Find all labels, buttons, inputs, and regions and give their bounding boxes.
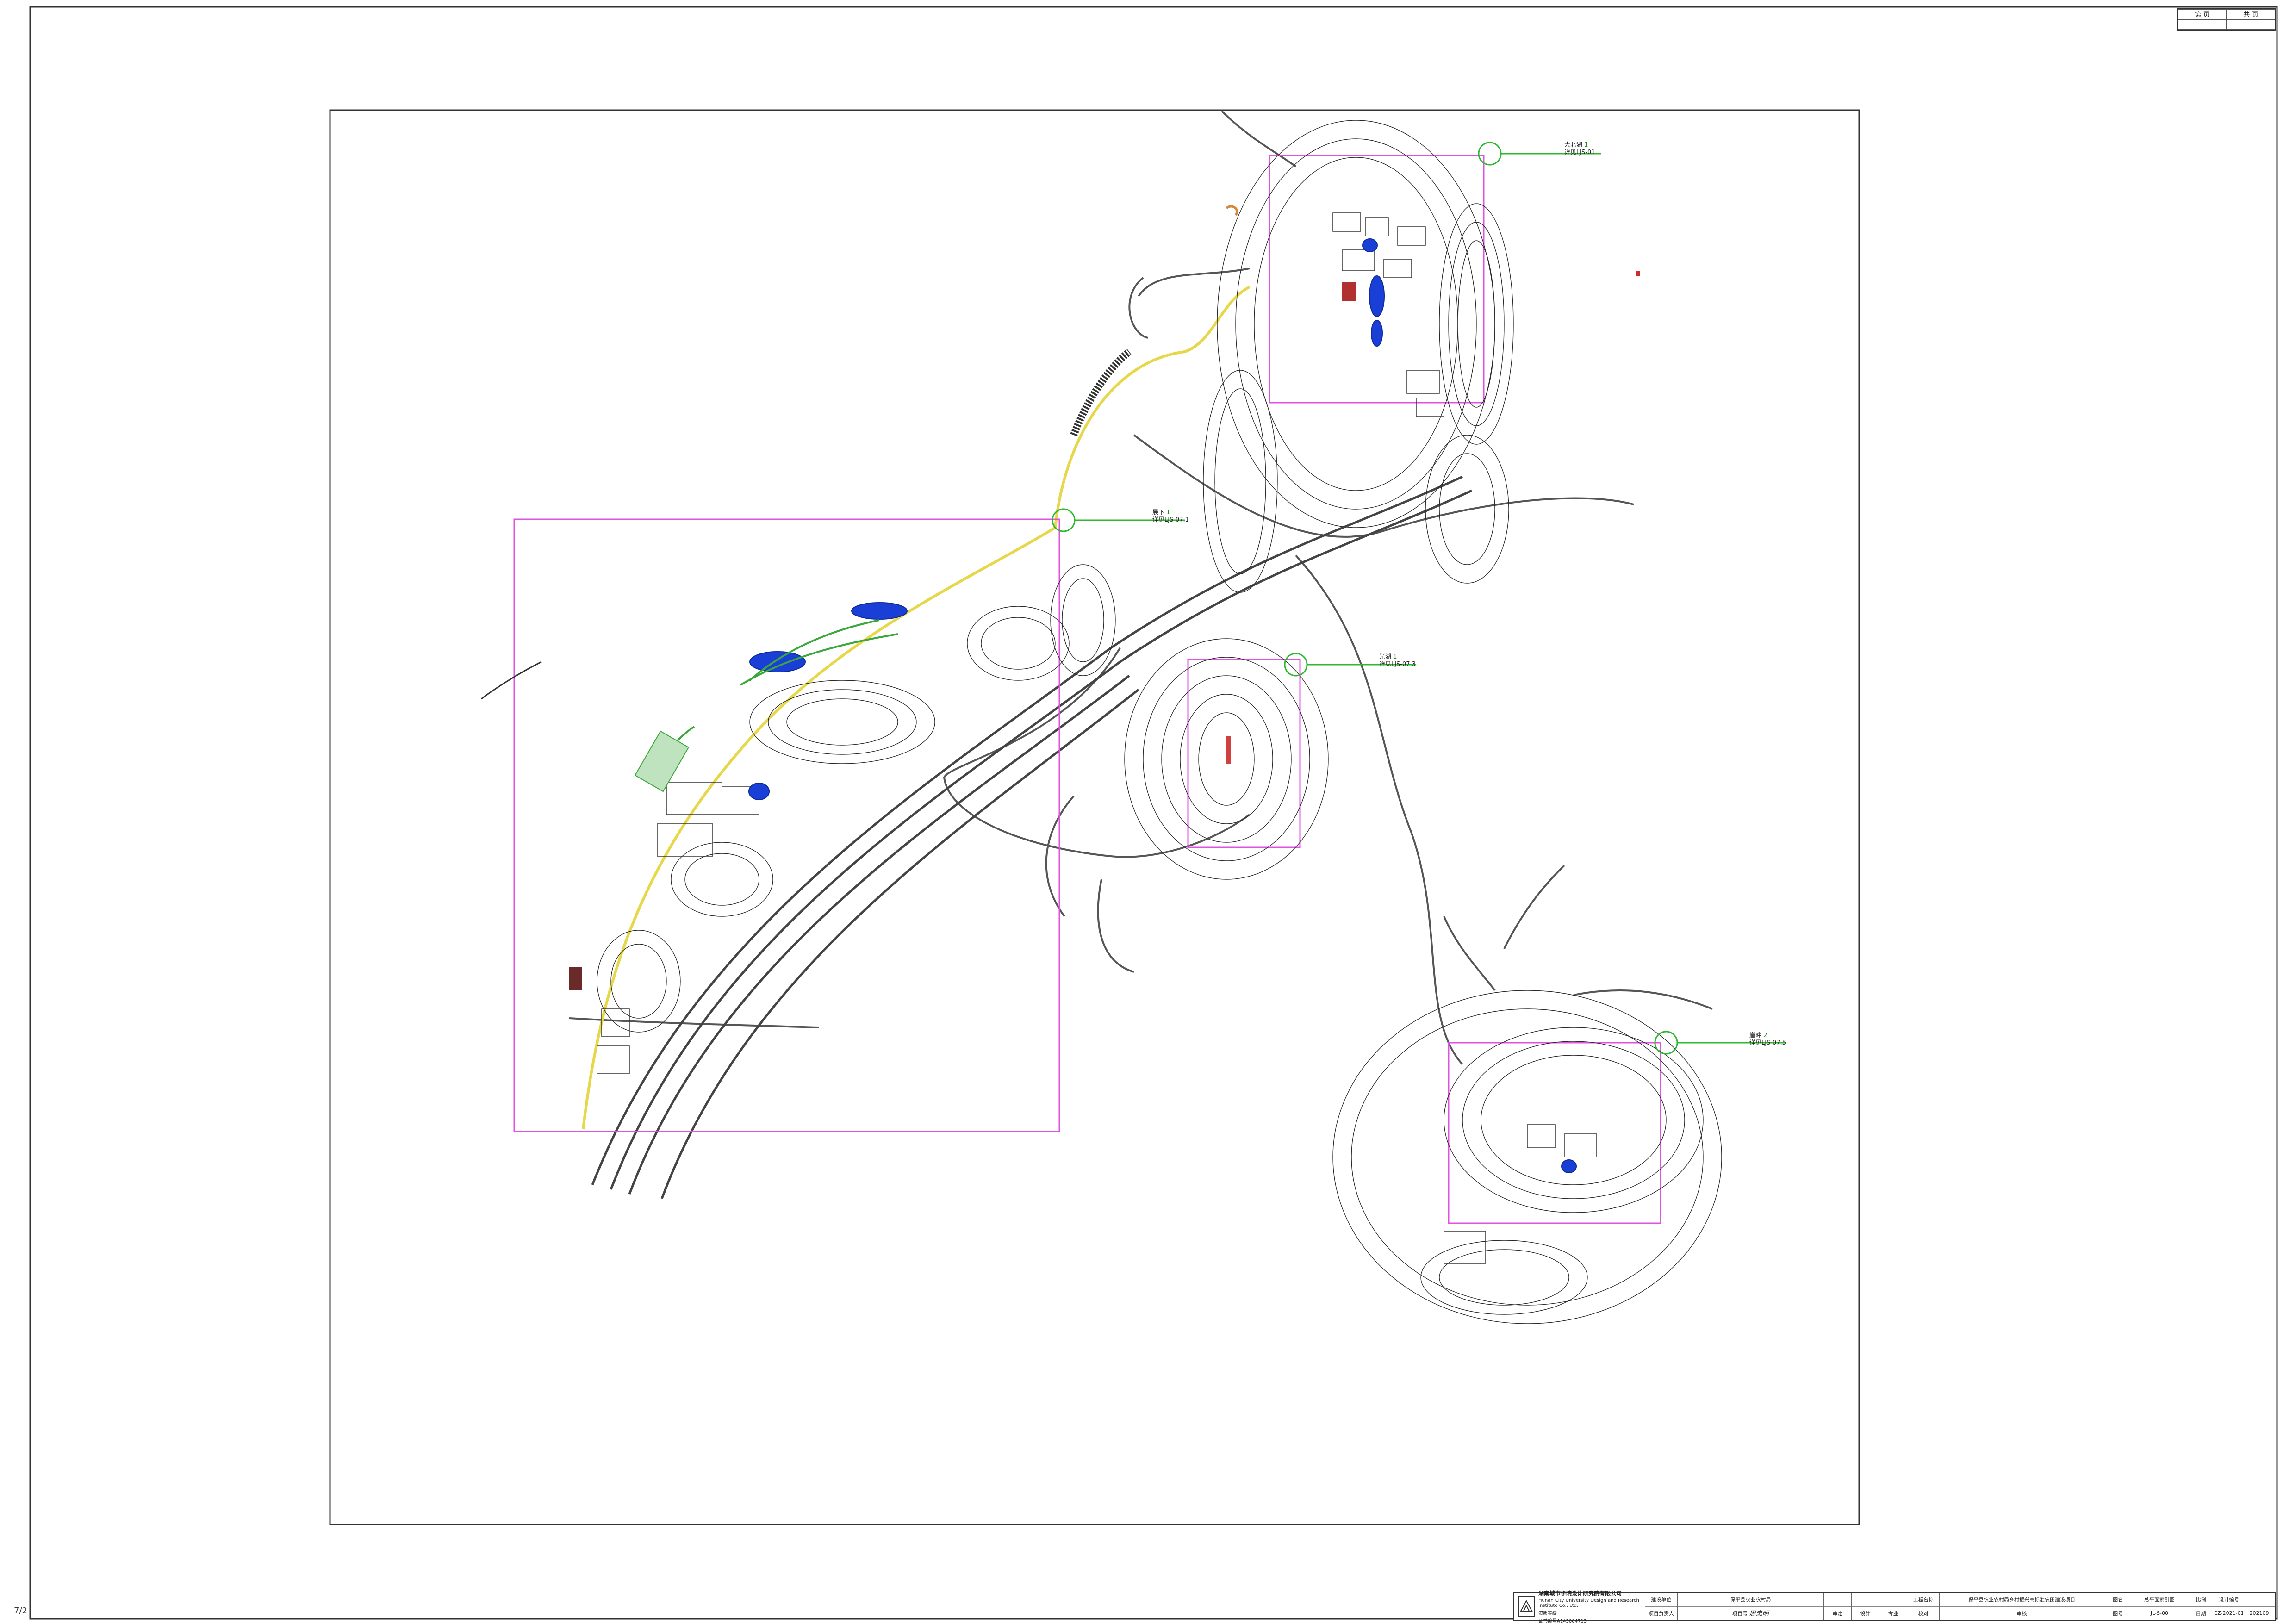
tb-review-label: 审核 <box>2016 1610 2027 1617</box>
tb-col-4: 设计 <box>1851 1593 1879 1620</box>
main-pathway <box>582 286 1251 1130</box>
tb-col-2: 保平县农业农村局 项目号 周忠明 <box>1677 1593 1823 1620</box>
cert-number: 证书编号A143004713 <box>1538 1618 1587 1624</box>
total-value <box>2227 19 2275 30</box>
callout-label-3: 光湖 1 详见LJS-07.3 <box>1379 653 1416 668</box>
tb-drawing-no: JL-S-00 <box>2150 1610 2168 1617</box>
road-network <box>569 110 1713 1065</box>
callout-label-4: 崖畔 2 详见LJS-07.5 <box>1749 1032 1786 1046</box>
tb-design-no: CZ-2021-01 <box>2215 1610 2243 1617</box>
tb-project-name-label: 工程名称 <box>1907 1593 1940 1607</box>
drawing-frame <box>329 109 1860 1525</box>
tb-col-8: 图名 图号 <box>2103 1593 2132 1620</box>
callout-label-2: 展下 1 详见LJS-07.1 <box>1152 509 1189 523</box>
site-plan-drawing <box>29 6 2278 1620</box>
cert-label: 资质等级 <box>1538 1611 1557 1616</box>
page-label: 第 页 <box>2178 9 2227 19</box>
company-logo-icon <box>1518 1596 1535 1617</box>
tb-col-5: 专业 <box>1879 1593 1907 1620</box>
index-box-southeast <box>1448 1042 1661 1224</box>
total-label: 共 页 <box>2227 9 2275 19</box>
orange-feature <box>1226 205 1238 216</box>
tb-approve-label: 审定 <box>1832 1610 1843 1617</box>
tb-drawing-no-label: 图号 <box>2113 1610 2123 1617</box>
tb-col-12: 202109 <box>2243 1593 2276 1620</box>
tb-client-value: 保平县农业农村局 <box>1677 1593 1823 1607</box>
red-field-west <box>569 967 582 990</box>
red-field-north <box>1342 282 1356 301</box>
tb-col-11: 设计编号 CZ-2021-01 <box>2215 1593 2243 1620</box>
page-index-box: 第 页 共 页 <box>2177 8 2276 31</box>
company-info: 湖南城市学院设计研究院有限公司 Hunan City University De… <box>1514 1590 1645 1624</box>
tb-col-6: 工程名称 校对 <box>1907 1593 1940 1620</box>
tb-scale-label: 比例 <box>2187 1593 2215 1607</box>
tb-date-value: 202109 <box>2249 1610 2269 1617</box>
river-sliver <box>481 661 542 700</box>
tb-date-label: 日期 <box>2196 1610 2206 1617</box>
tb-col-9: 总平面索引图 JL-S-00 <box>2131 1593 2187 1620</box>
title-block: 湖南城市学院设计研究院有限公司 Hunan City University De… <box>1513 1590 2276 1624</box>
tb-col-7: 保平县农业农村局乡村振兴高标准农田建设项目 审核 <box>1939 1593 2104 1620</box>
company-name-en: Hunan City University Design and Researc… <box>1538 1598 1639 1608</box>
callout-circle-1 <box>1478 142 1502 166</box>
index-box-west <box>513 518 1060 1132</box>
callout-circle-3 <box>1284 653 1308 677</box>
tb-project-row: 项目号 周忠明 <box>1732 1610 1769 1618</box>
tb-client-label: 建设单位 <box>1645 1593 1677 1607</box>
tb-lead-label: 项目负责人 <box>1648 1610 1674 1617</box>
tb-col-1: 建设单位 项目负责人 <box>1644 1593 1677 1620</box>
red-field-center <box>1226 736 1231 764</box>
tb-check-label: 校对 <box>1918 1610 1929 1617</box>
building-blocks <box>597 212 1597 1264</box>
tb-design-no-label: 设计编号 <box>2215 1593 2243 1607</box>
tb-project-name: 保平县农业农村局乡村振兴高标准农田建设项目 <box>1940 1593 2104 1607</box>
side-mark: 7/2 <box>14 1606 27 1616</box>
tb-design-label: 设计 <box>1860 1610 1871 1617</box>
callout-label-1: 大北湖 1 详见LJS-01 <box>1564 142 1595 156</box>
tb-drawing-name-label: 图名 <box>2104 1593 2132 1607</box>
tb-discipline-label: 专业 <box>1888 1610 1898 1617</box>
highway <box>591 475 1473 1199</box>
sheet-border <box>29 6 2278 1620</box>
tb-drawing-name: 总平面索引图 <box>2132 1593 2187 1607</box>
red-marker <box>1636 271 1640 276</box>
tb-col-10: 比例 日期 <box>2187 1593 2215 1620</box>
tb-col-3: 审定 <box>1823 1593 1852 1620</box>
terrain-strip <box>1070 348 1132 436</box>
company-name: 湖南城市学院设计研究院有限公司 <box>1538 1590 1622 1597</box>
page-value <box>2178 19 2227 30</box>
